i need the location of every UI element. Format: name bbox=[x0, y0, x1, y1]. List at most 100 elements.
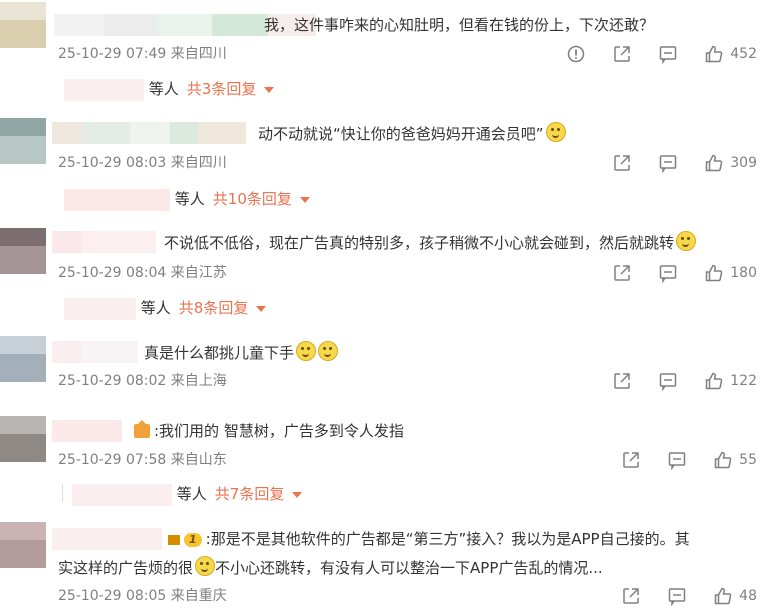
reply-button[interactable] bbox=[658, 371, 678, 391]
comment-location: 来自江苏 bbox=[170, 265, 227, 281]
like-button[interactable]: 180 bbox=[704, 263, 757, 283]
comment-icon bbox=[667, 450, 687, 470]
like-count: 48 bbox=[739, 588, 757, 604]
smile-emoji-icon bbox=[296, 341, 317, 361]
comment-text: 动不动就说“快让你的爸爸妈妈开通会员吧” bbox=[258, 122, 566, 145]
comment-location: 来自四川 bbox=[170, 46, 227, 62]
comment-time: 25-10-29 08:04 bbox=[58, 265, 167, 281]
reply-users: 等人 bbox=[174, 190, 205, 208]
share-button[interactable] bbox=[612, 263, 632, 283]
comment-time: 25-10-29 07:58 bbox=[58, 452, 167, 468]
report-button[interactable] bbox=[566, 44, 586, 64]
laugh-cry-emoji-icon bbox=[545, 122, 566, 142]
comment-meta: 25-10-29 08:02 来自上海 bbox=[58, 371, 227, 391]
expand-replies-link[interactable]: 共10条回复 bbox=[213, 190, 292, 208]
like-icon bbox=[704, 263, 724, 283]
expand-replies-link[interactable]: 共3条回复 bbox=[187, 80, 257, 98]
like-button[interactable]: 452 bbox=[704, 44, 757, 64]
username-redacted[interactable] bbox=[52, 528, 162, 550]
comment-text: 我，这件事咋来的心知肚明，但看在钱的份上，下次还敢？ bbox=[264, 16, 655, 34]
comment-meta: 25-10-29 08:03 来自四川 bbox=[58, 153, 227, 173]
comment-text-line2: 实这样的广告烦的很 不小心还跳转，有没有人可以整治一下APP广告乱的情况... bbox=[58, 556, 603, 579]
comment-actions: 309 bbox=[586, 151, 757, 175]
expand-replies-link[interactable]: 共7条回复 bbox=[215, 485, 285, 503]
share-icon bbox=[621, 450, 641, 470]
like-count: 180 bbox=[730, 265, 757, 281]
comment-time: 25-10-29 08:03 bbox=[58, 155, 167, 171]
comment-icon bbox=[667, 586, 687, 606]
comment-meta: 25-10-29 07:49 来自四川 bbox=[58, 44, 227, 64]
chevron-down-icon bbox=[299, 196, 310, 203]
share-button[interactable] bbox=[612, 44, 632, 64]
reply-users: 等人 bbox=[176, 485, 207, 503]
like-icon bbox=[713, 586, 733, 606]
comment-item: 真是什么都挑儿童下手 25-10-29 08:02 来自上海 122 bbox=[0, 328, 769, 406]
reply-summary[interactable]: 等人 共10条回复 bbox=[64, 188, 310, 211]
reply-button[interactable] bbox=[658, 153, 678, 173]
avatar[interactable] bbox=[0, 522, 46, 568]
avatar[interactable] bbox=[0, 416, 46, 462]
share-button[interactable] bbox=[621, 586, 641, 606]
smirk-emoji-icon bbox=[195, 556, 216, 576]
replier-redacted bbox=[64, 188, 170, 211]
comment-location: 来自上海 bbox=[170, 373, 227, 389]
reply-button[interactable] bbox=[658, 263, 678, 283]
report-icon bbox=[566, 44, 586, 64]
reply-summary[interactable]: 等人 共3条回复 bbox=[64, 78, 275, 101]
share-button[interactable] bbox=[621, 450, 641, 470]
comment-location: 来自四川 bbox=[170, 155, 227, 171]
like-count: 452 bbox=[730, 46, 757, 62]
comment-actions: 452 bbox=[540, 42, 757, 66]
chevron-down-icon bbox=[264, 86, 275, 93]
like-icon bbox=[704, 44, 724, 64]
comment-actions: 122 bbox=[586, 369, 757, 393]
comment-meta: 25-10-29 08:05 来自重庆 bbox=[58, 586, 227, 606]
comment-item: 1:那是不是其他软件的广告都是“第三方”接入？我以为是APP自己接的。其 实这样… bbox=[0, 516, 769, 608]
level-badge: 1 bbox=[184, 533, 202, 547]
reply-button[interactable] bbox=[667, 586, 687, 606]
comment-actions: 55 bbox=[595, 448, 757, 472]
comment-item: :我们用的 智慧树，广告多到令人发指 25-10-29 07:58 来自山东 5… bbox=[0, 410, 769, 514]
like-count: 309 bbox=[730, 155, 757, 171]
comment-icon bbox=[658, 263, 678, 283]
reply-summary[interactable]: 等人 共8条回复 bbox=[64, 297, 267, 320]
share-button[interactable] bbox=[612, 371, 632, 391]
comment-text: 真是什么都挑儿童下手 bbox=[144, 341, 339, 364]
comment-meta: 25-10-29 07:58 来自山东 bbox=[58, 450, 227, 470]
comment-time: 25-10-29 08:02 bbox=[58, 373, 167, 389]
like-button[interactable]: 309 bbox=[704, 153, 757, 173]
like-button[interactable]: 48 bbox=[713, 586, 757, 606]
vip-crown-icon bbox=[168, 535, 180, 545]
crown-badge-icon bbox=[134, 420, 150, 438]
comment-item: 不说低不低俗，现在广告真的特别多，孩子稍微不小心就会碰到，然后就跳转 25-10… bbox=[0, 218, 769, 326]
like-button[interactable]: 122 bbox=[704, 371, 757, 391]
avatar[interactable] bbox=[0, 2, 46, 48]
like-button[interactable]: 55 bbox=[713, 450, 757, 470]
like-icon bbox=[713, 450, 733, 470]
avatar[interactable] bbox=[0, 118, 46, 164]
reply-users: 等人 bbox=[148, 80, 179, 98]
comment-actions: 48 bbox=[595, 584, 757, 608]
comment-icon bbox=[658, 44, 678, 64]
reply-button[interactable] bbox=[667, 450, 687, 470]
share-icon bbox=[612, 371, 632, 391]
like-icon bbox=[704, 371, 724, 391]
chevron-down-icon bbox=[292, 491, 303, 498]
comment-icon bbox=[658, 153, 678, 173]
share-button[interactable] bbox=[612, 153, 632, 173]
laugh-cry-emoji-icon bbox=[676, 231, 697, 251]
username-redacted[interactable] bbox=[52, 122, 246, 144]
expand-replies-link[interactable]: 共8条回复 bbox=[179, 299, 249, 317]
username-redacted[interactable] bbox=[52, 341, 138, 363]
avatar[interactable] bbox=[0, 228, 46, 274]
comment-item: 动不动就说“快让你的爸爸妈妈开通会员吧” 25-10-29 08:03 来自四川… bbox=[0, 108, 769, 216]
comment-meta: 25-10-29 08:04 来自江苏 bbox=[58, 263, 227, 283]
username-redacted[interactable] bbox=[52, 420, 122, 442]
comment-actions: 180 bbox=[586, 261, 757, 285]
reply-summary[interactable]: 等人 共7条回复 bbox=[72, 483, 303, 506]
reply-button[interactable] bbox=[658, 44, 678, 64]
comment-icon bbox=[658, 371, 678, 391]
username-redacted[interactable] bbox=[52, 231, 156, 253]
smile-emoji-icon bbox=[318, 341, 339, 361]
avatar[interactable] bbox=[0, 336, 46, 382]
